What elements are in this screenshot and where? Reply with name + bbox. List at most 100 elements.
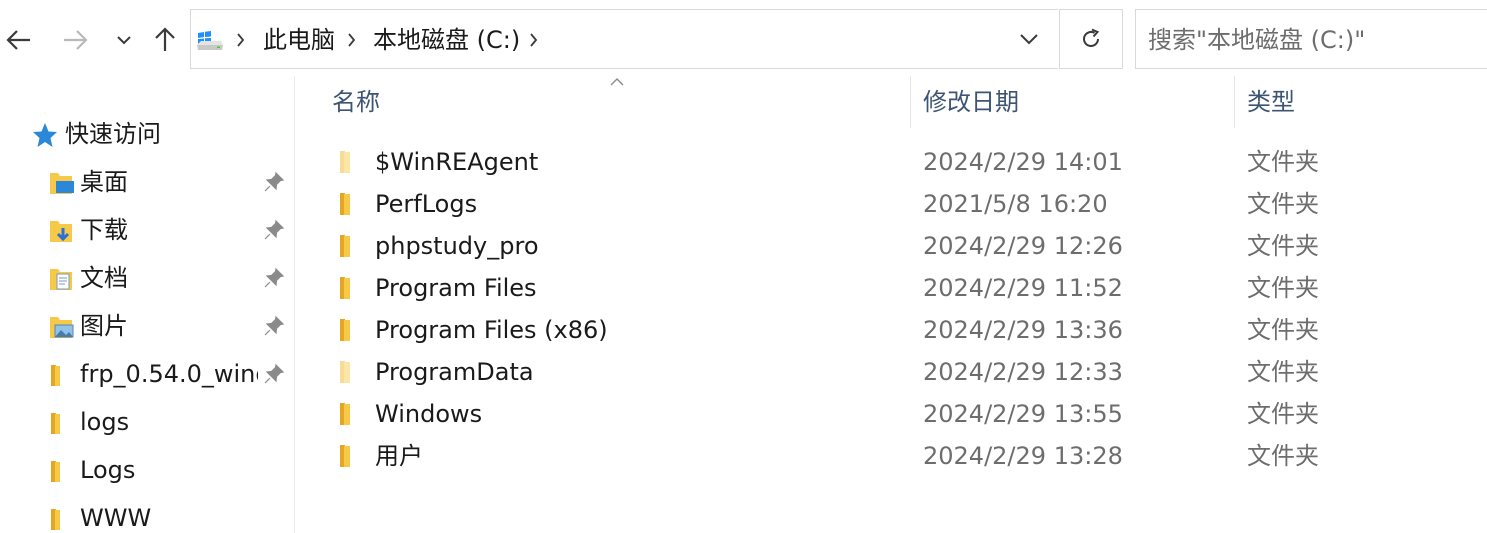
pin-icon[interactable]: [262, 362, 286, 386]
pin-icon[interactable]: [262, 266, 286, 290]
file-name: ProgramData: [375, 358, 534, 386]
folder-icon: [51, 365, 60, 386]
table-row[interactable]: ProgramData 2024/2/29 12:33 文件夹: [332, 351, 1482, 393]
this-pc-drive-icon: [197, 31, 223, 50]
nav-item-label: 文档: [80, 264, 128, 292]
file-modified-date: 2024/2/29 13:28: [923, 442, 1123, 470]
documents-folder-icon: [50, 269, 72, 290]
breadcrumb-separator-icon[interactable]: [233, 24, 247, 56]
file-modified-date: 2024/2/29 12:26: [923, 232, 1123, 260]
file-type: 文件夹: [1247, 400, 1319, 428]
file-type: 文件夹: [1247, 274, 1319, 302]
column-header-modified[interactable]: 修改日期: [923, 76, 1019, 128]
file-name: $WinREAgent: [375, 148, 539, 176]
pin-icon[interactable]: [262, 314, 286, 338]
pictures-folder-icon: [50, 317, 74, 338]
file-name: PerfLogs: [375, 190, 478, 218]
address-history-dropdown[interactable]: [1000, 9, 1058, 69]
file-modified-date: 2021/5/8 16:20: [923, 190, 1108, 218]
file-name: Program Files: [375, 274, 537, 302]
file-modified-date: 2024/2/29 13:55: [923, 400, 1123, 428]
folder-icon: [340, 445, 350, 467]
folder-icon: [340, 235, 350, 257]
table-row[interactable]: 用户 2024/2/29 13:28 文件夹: [332, 435, 1482, 477]
refresh-button[interactable]: [1059, 9, 1123, 69]
nav-item-logs[interactable]: logs: [0, 400, 294, 444]
star-icon: [33, 123, 57, 147]
nav-item-documents[interactable]: 文档: [0, 256, 294, 300]
folder-icon: [340, 361, 350, 383]
search-input[interactable]: 搜索"本地磁盘 (C:)": [1135, 9, 1487, 69]
file-modified-date: 2024/2/29 12:33: [923, 358, 1123, 386]
arrow-up-icon: [155, 27, 175, 51]
folder-icon: [51, 461, 60, 482]
file-modified-date: 2024/2/29 14:01: [923, 148, 1123, 176]
breadcrumb-local-disk-c[interactable]: 本地磁盘 (C:): [373, 24, 520, 56]
folder-icon: [340, 277, 350, 299]
nav-quick-access-label: 快速访问: [65, 120, 161, 148]
breadcrumb-this-pc[interactable]: 此电脑: [263, 24, 335, 56]
folder-icon: [340, 193, 350, 215]
folder-icon: [51, 509, 60, 530]
column-divider[interactable]: [910, 76, 911, 128]
up-button[interactable]: [148, 20, 182, 60]
nav-item-label: Logs: [80, 456, 136, 484]
folder-icon: [340, 151, 350, 173]
folder-icon: [340, 403, 350, 425]
table-row[interactable]: Windows 2024/2/29 13:55 文件夹: [332, 393, 1482, 435]
file-modified-date: 2024/2/29 13:36: [923, 316, 1123, 344]
file-name: phpstudy_pro: [375, 232, 539, 260]
sort-ascending-icon: [610, 78, 624, 86]
column-header-name[interactable]: 名称: [332, 76, 380, 128]
arrow-right-icon: [64, 30, 88, 50]
nav-item-label: WWW: [80, 504, 152, 532]
file-name: Program Files (x86): [375, 316, 608, 344]
breadcrumb-separator-icon[interactable]: [526, 24, 540, 56]
address-bar[interactable]: 此电脑 本地磁盘 (C:): [190, 9, 1058, 69]
file-type: 文件夹: [1247, 442, 1319, 470]
nav-item-label: 下载: [80, 216, 128, 244]
table-row[interactable]: phpstudy_pro 2024/2/29 12:26 文件夹: [332, 225, 1482, 267]
file-type: 文件夹: [1247, 358, 1319, 386]
file-type: 文件夹: [1247, 232, 1319, 260]
refresh-icon: [1083, 28, 1100, 47]
column-header-type[interactable]: 类型: [1247, 76, 1295, 128]
file-name: Windows: [375, 400, 483, 428]
nav-item-www[interactable]: WWW: [0, 496, 294, 533]
pin-icon[interactable]: [262, 218, 286, 242]
file-type: 文件夹: [1247, 190, 1319, 218]
nav-item-downloads[interactable]: 下载: [0, 208, 294, 252]
nav-item-logs-upper[interactable]: Logs: [0, 448, 294, 492]
file-type: 文件夹: [1247, 316, 1319, 344]
file-name: 用户: [375, 442, 423, 470]
folder-icon: [340, 319, 350, 341]
navigation-pane: 快速访问 桌面 下载 文档 图片 frp_0.54.0_win logs Log…: [0, 76, 295, 533]
chevron-down-icon: [1020, 34, 1038, 45]
address-toolbar: 此电脑 本地磁盘 (C:) 搜索"本地磁盘 (C:)": [0, 0, 1487, 76]
file-type: 文件夹: [1247, 148, 1319, 176]
nav-item-frp[interactable]: frp_0.54.0_windows: [0, 352, 294, 396]
recent-locations-button[interactable]: [107, 20, 141, 60]
nav-item-label: logs: [80, 408, 130, 436]
folder-icon: [51, 413, 60, 434]
nav-item-label: 图片: [80, 312, 128, 340]
column-divider[interactable]: [1234, 76, 1235, 128]
back-button[interactable]: [2, 20, 36, 60]
file-list: 名称 修改日期 类型 $WinREAgent 2024/2/29 14:01 文…: [296, 76, 1487, 533]
file-modified-date: 2024/2/29 11:52: [923, 274, 1123, 302]
nav-item-desktop[interactable]: 桌面: [0, 160, 294, 204]
nav-item-label: 桌面: [80, 168, 128, 196]
chevron-down-icon: [117, 36, 131, 45]
nav-item-pictures[interactable]: 图片: [0, 304, 294, 348]
table-row[interactable]: Program Files (x86) 2024/2/29 13:36 文件夹: [332, 309, 1482, 351]
nav-quick-access[interactable]: 快速访问: [0, 112, 294, 156]
table-row[interactable]: $WinREAgent 2024/2/29 14:01 文件夹: [332, 141, 1482, 183]
pin-icon[interactable]: [262, 170, 286, 194]
downloads-folder-icon: [50, 221, 72, 242]
breadcrumb-separator-icon[interactable]: [344, 24, 358, 56]
desktop-folder-icon: [50, 173, 74, 194]
forward-button[interactable]: [58, 20, 92, 60]
table-row[interactable]: PerfLogs 2021/5/8 16:20 文件夹: [332, 183, 1482, 225]
table-row[interactable]: Program Files 2024/2/29 11:52 文件夹: [332, 267, 1482, 309]
nav-item-label: frp_0.54.0_windows: [80, 360, 258, 388]
